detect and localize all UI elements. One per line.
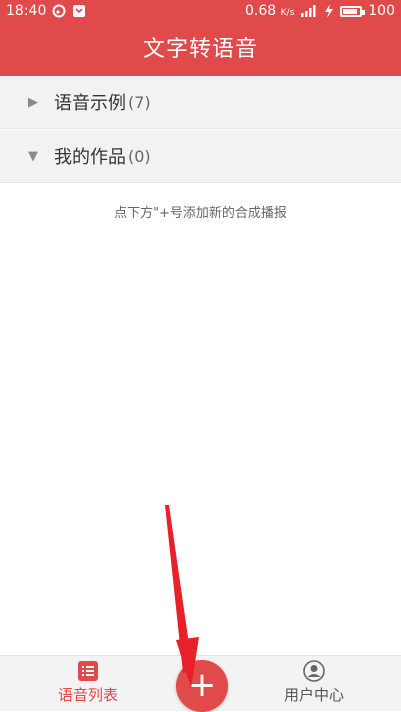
list-icon [78, 661, 98, 681]
group-count: (0) [128, 146, 151, 166]
group-label: 语音示例 [54, 93, 126, 114]
group-label: 我的作品 [54, 147, 126, 168]
caret-down-icon: ▼ [28, 148, 38, 164]
caret-right-icon: ▶ [28, 94, 38, 110]
weibo-icon [52, 4, 66, 18]
empty-hint: 点下方"+号添加新的合成播报 [114, 206, 287, 221]
tab-voice-list-label: 语音列表 [57, 686, 118, 704]
charging-icon [325, 4, 334, 18]
add-button[interactable]: + [176, 660, 228, 712]
battery-icon [340, 5, 366, 17]
tab-user-center-label: 用户中心 [283, 686, 344, 704]
group-my-works[interactable]: ▼ 我的作品 (0) [0, 130, 401, 183]
signal-icon [301, 5, 316, 17]
app-title: 文字转语音 [0, 24, 401, 76]
user-icon [303, 660, 325, 682]
network-speed: 0.68 K/s [245, 3, 295, 19]
status-bar: 18:40 0.68 K/s 100 [0, 0, 401, 24]
notification-icon [73, 5, 86, 17]
tab-voice-list[interactable]: 语音列表 [33, 660, 143, 705]
group-sample-voices[interactable]: ▶ 语音示例 (7) [0, 76, 401, 129]
tab-user-center[interactable]: 用户中心 [259, 660, 369, 705]
battery-level: 100 [368, 3, 395, 19]
clock: 18:40 [6, 3, 47, 19]
group-count: (7) [128, 92, 151, 112]
